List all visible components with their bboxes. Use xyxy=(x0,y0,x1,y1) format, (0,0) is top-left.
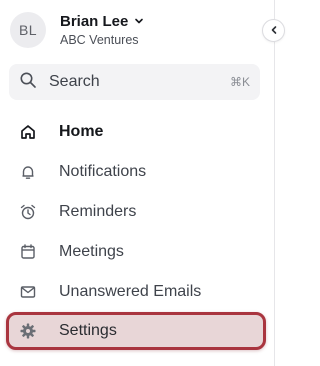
account-switcher[interactable]: Brian Lee xyxy=(60,13,144,30)
chevron-left-icon xyxy=(269,22,279,40)
sidebar-item-reminders[interactable]: Reminders xyxy=(8,194,264,230)
search-input[interactable]: Search ⌘K xyxy=(9,64,260,100)
alarm-clock-icon xyxy=(18,202,38,222)
sidebar-item-label: Unanswered Emails xyxy=(59,283,202,300)
search-shortcut: ⌘K xyxy=(229,75,250,89)
sidebar-item-unanswered-emails[interactable]: Unanswered Emails xyxy=(8,274,264,310)
sidebar-item-label: Notifications xyxy=(59,163,147,180)
bell-icon xyxy=(18,162,38,182)
sidebar-item-meetings[interactable]: Meetings xyxy=(8,234,264,270)
sidebar: BL Brian Lee ABC Ventures Search ⌘K Home… xyxy=(0,0,275,366)
sidebar-item-label: Meetings xyxy=(59,243,124,260)
company-name: ABC Ventures xyxy=(60,33,139,47)
search-placeholder: Search xyxy=(49,73,100,90)
calendar-icon xyxy=(18,242,38,262)
sidebar-item-settings[interactable]: Settings xyxy=(6,312,266,350)
collapse-sidebar-button[interactable] xyxy=(262,19,285,42)
mail-icon xyxy=(18,282,38,302)
gear-icon xyxy=(18,321,38,341)
avatar-initials: BL xyxy=(18,22,38,38)
sidebar-item-label: Reminders xyxy=(59,203,137,220)
avatar[interactable]: BL xyxy=(10,12,46,48)
search-icon xyxy=(19,71,37,94)
sidebar-item-label: Home xyxy=(59,123,104,140)
chevron-down-icon xyxy=(134,13,144,30)
sidebar-item-label: Settings xyxy=(59,322,117,339)
sidebar-item-notifications[interactable]: Notifications xyxy=(8,154,264,190)
sidebar-item-home[interactable]: Home xyxy=(8,114,264,150)
user-name: Brian Lee xyxy=(60,13,129,30)
home-icon xyxy=(18,122,38,142)
